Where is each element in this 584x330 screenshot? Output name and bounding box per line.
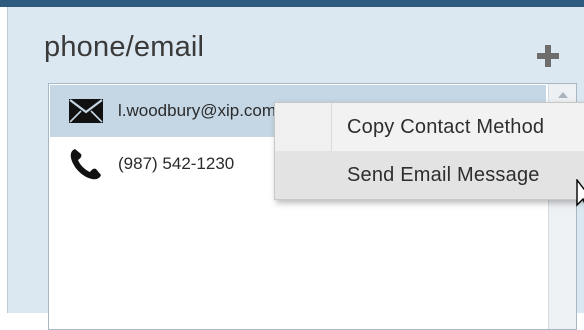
menu-item-copy-contact-method[interactable]: Copy Contact Method (275, 103, 584, 151)
window-top-bar (0, 0, 584, 7)
mouse-pointer-icon (576, 179, 584, 207)
chevron-up-icon (557, 92, 568, 98)
email-value: l.woodbury@xip.com (118, 101, 277, 120)
context-menu: Copy Contact Method Send Email Message (274, 102, 584, 200)
add-contact-button[interactable] (535, 43, 561, 69)
plus-icon (537, 45, 559, 67)
menu-item-send-email-message[interactable]: Send Email Message (275, 151, 584, 199)
menu-item-label: Send Email Message (347, 163, 540, 186)
phone-value: (987) 542-1230 (118, 154, 235, 173)
phone-icon (64, 146, 108, 182)
envelope-icon (64, 93, 108, 129)
menu-item-label: Copy Contact Method (347, 115, 545, 138)
panel-title: phone/email (44, 31, 205, 63)
